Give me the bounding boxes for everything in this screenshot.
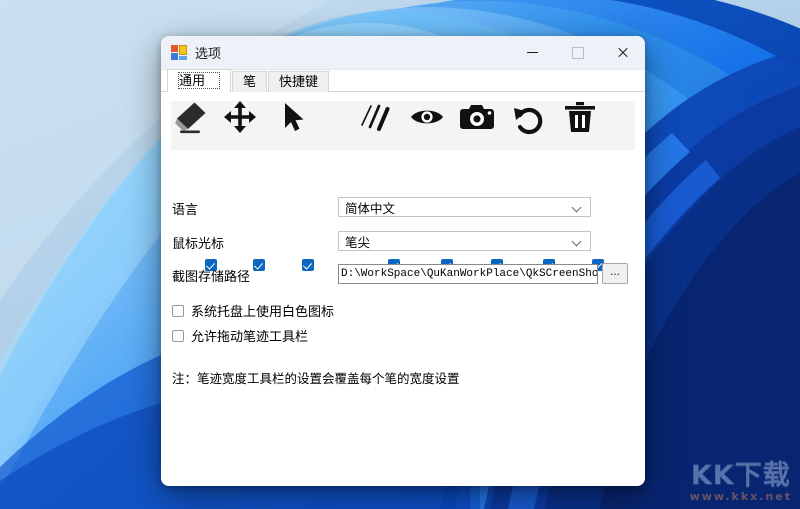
tab-pen-label: 笔: [243, 74, 257, 89]
desktop-background: KK下载 www.kkx.net 选项 通用 笔 快捷键 语言 简体中文 鼠标光…: [0, 0, 800, 509]
move-icon[interactable]: [221, 98, 259, 136]
option-white-tray-icon[interactable]: 系统托盘上使用白色图标: [172, 301, 334, 320]
cursor-value: 笔尖: [345, 235, 371, 250]
save-path-label: 截图存储路径: [172, 269, 251, 284]
option-white-tray-icon-label: 系统托盘上使用白色图标: [191, 304, 335, 319]
app-options-icon: [171, 44, 187, 61]
tool-checkbox-cursor[interactable]: [302, 259, 314, 271]
browse-path-button[interactable]: ...: [602, 263, 628, 284]
maximize-button[interactable]: [555, 36, 600, 69]
tab-shortcuts[interactable]: 快捷键: [268, 71, 330, 92]
chevron-down-icon: [573, 237, 582, 246]
language-select[interactable]: 简体中文: [338, 197, 591, 217]
tab-general[interactable]: 通用: [167, 69, 232, 92]
tab-shortcuts-label: 快捷键: [279, 74, 319, 89]
window-controls: [510, 36, 645, 69]
option-drag-toolbar-label: 允许拖动笔迹工具栏: [191, 329, 309, 344]
undo-icon[interactable]: [509, 98, 547, 136]
cursor-label: 鼠标光标: [172, 236, 225, 251]
language-value: 简体中文: [345, 201, 396, 216]
tool-checkbox-move[interactable]: [253, 259, 265, 271]
tab-general-label: 通用: [178, 72, 221, 89]
settings-note: 注：笔迹宽度工具栏的设置会覆盖每个笔的宽度设置: [172, 372, 460, 386]
tab-content-general: 语言 简体中文 鼠标光标 笔尖 截图存储路径 D:\WorkSpace\QuKa…: [161, 92, 645, 486]
options-dialog: 选项 通用 笔 快捷键 语言 简体中文 鼠标光标 笔尖 截图存储路径 D:\Wo…: [161, 36, 645, 486]
chevron-down-icon: [573, 203, 582, 212]
option-drag-toolbar[interactable]: 允许拖动笔迹工具栏: [172, 326, 308, 345]
eye-icon[interactable]: [408, 98, 446, 136]
tab-pen[interactable]: 笔: [232, 71, 268, 92]
save-path-input[interactable]: D:\WorkSpace\QuKanWorkPlace\QkSCreenShot…: [338, 264, 598, 284]
close-icon: [617, 47, 628, 58]
maximize-icon: [571, 46, 584, 59]
checkbox-unchecked-icon[interactable]: [172, 304, 184, 317]
eraser-icon[interactable]: [172, 98, 210, 136]
minimize-icon: [527, 52, 538, 53]
cursor-select[interactable]: 笔尖: [338, 231, 591, 251]
trash-icon[interactable]: [561, 98, 599, 136]
close-button[interactable]: [600, 36, 645, 69]
language-label: 语言: [172, 202, 199, 217]
cursor-icon[interactable]: [273, 98, 311, 136]
camera-icon[interactable]: [458, 98, 496, 136]
tab-strip: 通用 笔 快捷键: [161, 69, 645, 92]
stroke-width-icon[interactable]: [357, 98, 395, 136]
window-title: 选项: [195, 46, 222, 61]
title-bar: 选项: [161, 36, 645, 70]
minimize-button[interactable]: [510, 36, 555, 69]
checkbox-unchecked-icon[interactable]: [172, 329, 184, 342]
